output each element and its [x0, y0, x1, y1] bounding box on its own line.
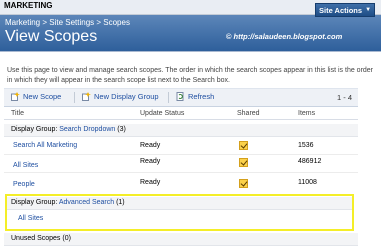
row-divider	[4, 154, 358, 155]
unused-scopes-row: Unused Scopes (0)	[4, 233, 358, 246]
header-rule	[4, 119, 358, 120]
scope-link-people[interactable]: People	[13, 181, 35, 188]
scope-items: 486912	[298, 158, 322, 165]
paging-indicator: 1 - 4	[336, 93, 352, 102]
scope-link-all-sites[interactable]: All Sites	[13, 162, 38, 169]
unused-scopes-heading: Unused Scopes (0)	[11, 235, 71, 242]
display-group-label: Display Group:	[11, 126, 58, 133]
shared-checkbox	[239, 141, 248, 150]
page-title: View Scopes	[5, 28, 98, 45]
display-group-link-search-dropdown[interactable]: Search Dropdown	[59, 126, 115, 133]
new-scope-icon	[11, 92, 20, 101]
copyright-icon: ©	[226, 32, 232, 41]
highlight-box	[5, 194, 354, 231]
scope-status: Ready	[140, 158, 161, 165]
refresh-button[interactable]: Refresh	[176, 92, 214, 101]
site-actions-menu[interactable]: Site Actions ▼	[315, 3, 375, 17]
refresh-icon	[176, 92, 184, 101]
column-header-items[interactable]: Items	[298, 110, 315, 117]
refresh-label: Refresh	[188, 92, 215, 101]
toolbar-separator	[168, 92, 169, 103]
row-divider	[4, 172, 358, 173]
watermark-text: http://salaudeen.blogspot.com	[233, 32, 343, 41]
page-header: Marketing > Site Settings > Scopes View …	[0, 15, 381, 51]
new-scope-label: New Scope	[23, 92, 62, 101]
toolbar: New Scope New Display Group Refresh 1 - …	[4, 88, 358, 107]
chevron-down-icon: ▼	[365, 7, 372, 13]
scope-items: 11008	[298, 179, 317, 186]
new-display-group-label: New Display Group	[94, 92, 159, 101]
display-group-heading: Display Group: Search Dropdown (3)	[11, 126, 126, 133]
page-description: Use this page to view and manage search …	[7, 67, 374, 84]
column-header-title[interactable]: Title	[11, 110, 24, 117]
header-divider	[0, 51, 381, 52]
shared-checkbox	[239, 158, 248, 167]
new-display-group-icon	[82, 92, 91, 101]
site-actions-label: Site Actions	[318, 5, 363, 15]
display-group-row: Display Group: Search Dropdown (3)	[4, 124, 358, 137]
scope-status: Ready	[140, 179, 161, 186]
breadcrumb[interactable]: Marketing > Site Settings > Scopes	[5, 18, 130, 27]
site-title[interactable]: MARKETING	[4, 1, 52, 10]
display-group-count: (3)	[117, 126, 126, 133]
shared-checkbox	[239, 179, 248, 188]
scope-items: 1536	[298, 142, 314, 149]
watermark: © http://salaudeen.blogspot.com	[226, 32, 342, 41]
scope-link-search-all-marketing[interactable]: Search All Marketing	[13, 142, 77, 149]
new-display-group-button[interactable]: New Display Group	[82, 92, 159, 101]
new-scope-button[interactable]: New Scope	[11, 92, 61, 101]
column-header-shared[interactable]: Shared	[237, 110, 260, 117]
scope-status: Ready	[140, 142, 161, 149]
toolbar-separator	[74, 92, 75, 103]
column-header-update-status[interactable]: Update Status	[140, 110, 184, 117]
